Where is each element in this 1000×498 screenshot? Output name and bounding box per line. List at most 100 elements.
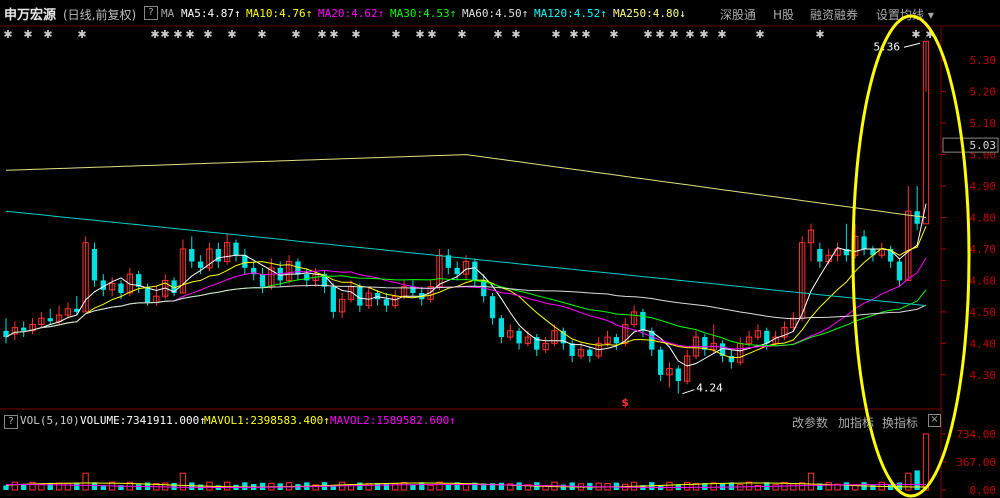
- price-axis-label: 4.40: [970, 337, 997, 350]
- volume-bar-down: [843, 482, 850, 490]
- volume-bar-down: [74, 482, 80, 490]
- candle-body-down: [91, 248, 98, 281]
- star-marker: ✱: [911, 28, 920, 41]
- low-pointer: [682, 389, 695, 395]
- star-marker: ✱: [457, 28, 466, 41]
- high-pointer: [903, 42, 921, 48]
- candle-body-down: [454, 267, 460, 275]
- candle-body-down: [861, 236, 867, 249]
- candle-body-down: [702, 337, 708, 350]
- candle-body-down: [516, 330, 522, 344]
- mavol2-line: [6, 484, 926, 488]
- volume-value: VOLUME:7341911.000↑: [80, 414, 206, 427]
- star-marker: ✱: [609, 28, 618, 41]
- volume-bar-down: [3, 485, 9, 490]
- volume-bar-up: [807, 472, 815, 491]
- volume-bar-down: [136, 484, 142, 490]
- add-indicator-button[interactable]: 加指标: [838, 414, 874, 431]
- star-marker: ✱: [755, 28, 764, 41]
- candle-body-down: [259, 274, 266, 287]
- volume-bar-down: [445, 484, 451, 490]
- star-marker: ✱: [329, 28, 338, 41]
- high-label: 5.36: [874, 40, 901, 53]
- candle-body-down: [498, 318, 505, 338]
- volume-bar-up: [922, 433, 930, 491]
- volume-bar-up: [11, 481, 18, 491]
- candle-body-down: [118, 283, 124, 294]
- volume-bar-up: [684, 482, 691, 491]
- volume-bar-down: [21, 484, 27, 490]
- star-marker: ✱: [493, 28, 502, 41]
- star-marker: ✱: [569, 28, 578, 41]
- star-marker: ✱: [415, 28, 424, 41]
- candle-body-down: [764, 330, 770, 344]
- star-marker: ✱: [551, 28, 560, 41]
- edit-params-button[interactable]: 改参数: [792, 414, 828, 431]
- candle-body-down: [383, 299, 390, 306]
- price-axis-label: 4.30: [970, 369, 997, 382]
- volume-bar-up: [905, 472, 912, 491]
- star-marker: ✱: [203, 28, 212, 41]
- price-axis-label: 4.80: [970, 212, 997, 225]
- volume-text: VOLUME:7341911.000: [80, 414, 200, 427]
- candle-body-down: [657, 349, 664, 375]
- volume-bar-up: [82, 472, 89, 491]
- price-axis-label: 4.70: [970, 243, 997, 256]
- low-label: 4.24: [696, 382, 723, 395]
- candle-body-down: [21, 327, 27, 331]
- volume-bar-up: [427, 484, 434, 491]
- change-indicator-button[interactable]: 换指标: [882, 414, 918, 431]
- candle-body-down: [472, 261, 478, 281]
- candle-body-down: [587, 349, 593, 356]
- star-marker: ✱: [391, 28, 400, 41]
- ma60-line: [5, 284, 927, 338]
- ma10-line: [5, 226, 927, 359]
- volume-bar-up: [55, 482, 63, 491]
- volume-bar-down: [357, 482, 363, 490]
- candle-body-down: [613, 337, 620, 344]
- volume-bar-up: [400, 482, 408, 491]
- mavol1-value: MAVOL1:2398583.400↑: [204, 414, 330, 427]
- volume-indicator-label: VOL(5,10): [20, 414, 80, 427]
- signal-marker: $: [621, 396, 629, 409]
- star-marker: ✱: [427, 28, 436, 41]
- star-marker: ✱: [43, 28, 52, 41]
- current-price-label: 5.03: [970, 139, 997, 152]
- close-icon[interactable]: ×: [928, 414, 941, 427]
- star-marker: ✱: [699, 28, 708, 41]
- ma120-line: [5, 210, 927, 307]
- volume-bar-up: [224, 481, 231, 491]
- price-axis-label: 5.20: [970, 86, 997, 99]
- mavol2-arrow: ↑: [449, 414, 456, 427]
- candle-body-down: [189, 248, 195, 262]
- mavol1-text: MAVOL1:2398583.400: [204, 414, 324, 427]
- volume-bar-up: [825, 482, 832, 491]
- candle-body-down: [640, 311, 646, 331]
- star-marker: ✱: [77, 28, 86, 41]
- volume-bar-down: [498, 482, 505, 490]
- candle-body-down: [47, 318, 53, 322]
- candle-body-down: [304, 274, 310, 281]
- mavol2-text: MAVOL2:1589582.600: [330, 414, 450, 427]
- mavol1-arrow: ↑: [323, 414, 330, 427]
- candle-body-down: [534, 337, 540, 350]
- volume-help-icon[interactable]: ?: [4, 415, 18, 429]
- candle-body-down: [242, 255, 248, 268]
- candle-body-down: [233, 242, 239, 256]
- star-marker: ✱: [317, 28, 326, 41]
- volume-bar-up: [64, 482, 72, 491]
- candle-body-down: [197, 261, 204, 268]
- price-axis-label: 4.50: [970, 306, 997, 319]
- star-marker: ✱: [291, 28, 300, 41]
- candle-body-down: [817, 248, 823, 262]
- candle-body-down: [144, 286, 151, 303]
- star-marker: ✱: [160, 28, 169, 41]
- star-marker: ✱: [655, 28, 664, 41]
- candle-body-down: [374, 293, 381, 300]
- volume-bar-down: [171, 482, 177, 490]
- candle-body-down: [357, 286, 363, 306]
- star-marker: ✱: [717, 28, 726, 41]
- star-marker: ✱: [643, 28, 652, 41]
- volume-bar-up: [790, 483, 797, 491]
- ma250-line: [5, 154, 927, 218]
